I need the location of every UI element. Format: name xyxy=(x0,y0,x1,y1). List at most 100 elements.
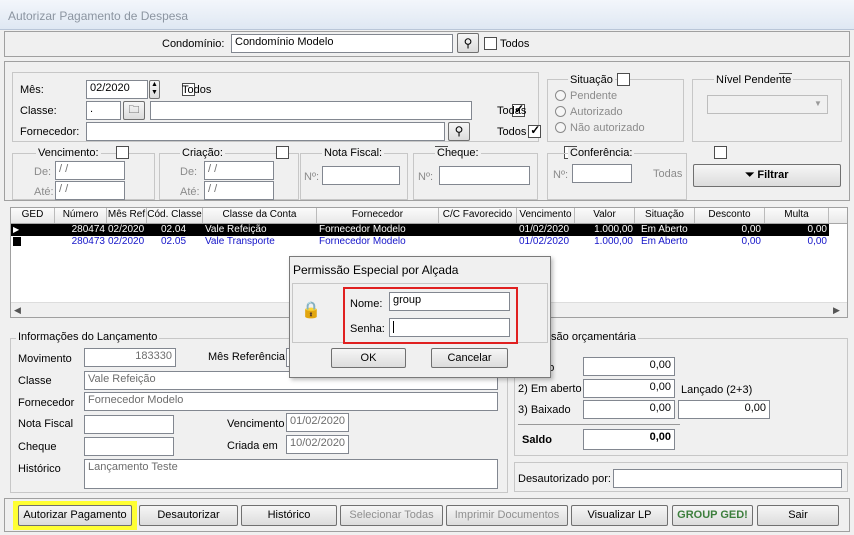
nivel-pendente-select[interactable] xyxy=(707,95,828,114)
nota-fiscal-input[interactable] xyxy=(322,166,400,185)
fornecedor-label: Fornecedor: xyxy=(20,126,80,138)
col-desconto[interactable]: Desconto xyxy=(695,208,765,223)
previsao-row1-input[interactable]: 0,00 xyxy=(583,357,675,376)
cheque-num-label: Nº: xyxy=(418,171,434,183)
senha-input[interactable] xyxy=(389,318,510,337)
col-cod-classe[interactable]: Cód. Classe xyxy=(147,208,203,223)
vencimento-info-input[interactable]: 01/02/2020 xyxy=(286,413,349,432)
visualizar-lp-button[interactable]: Visualizar LP xyxy=(571,505,668,526)
saldo-divider xyxy=(518,424,680,425)
vencimento-de-input[interactable]: / / xyxy=(55,161,125,180)
scroll-right-icon[interactable]: ▶ xyxy=(833,305,840,316)
mes-input[interactable]: 02/2020 xyxy=(86,80,148,99)
cheque-info-label: Cheque xyxy=(18,441,57,453)
nao-autorizado-radio[interactable] xyxy=(555,122,566,133)
permission-dialog: Permissão Especial por Alçada 🔒 Nome: gr… xyxy=(289,256,551,378)
criacao-checkbox[interactable] xyxy=(276,146,290,159)
selecionar-todas-button[interactable]: Selecionar Todas xyxy=(340,505,443,526)
ok-button[interactable]: OK xyxy=(331,348,406,368)
vencimento-de-label: De: xyxy=(34,166,52,178)
vencimento-ate-input[interactable]: / / xyxy=(55,181,125,200)
autorizado-radio[interactable] xyxy=(555,106,566,117)
binoculars-icon[interactable]: ⚲ xyxy=(457,33,479,53)
mes-spinner[interactable]: ▲ ▼ xyxy=(149,80,160,99)
condominio-input[interactable]: Condomínio Modelo xyxy=(231,34,453,53)
saldo-label: Saldo xyxy=(522,434,552,446)
conferencia-todas-label: Todas xyxy=(653,168,683,180)
conferencia-num-label: Nº: xyxy=(553,169,569,181)
mes-referencia-label: Mês Referência xyxy=(208,351,286,363)
col-numero[interactable]: Número xyxy=(55,208,107,223)
table-row[interactable]: 280473 02/2020 02.05 Vale Transporte For… xyxy=(11,236,829,248)
conferencia-title: Conferência: xyxy=(568,147,635,159)
condominio-label: Condomínio: xyxy=(162,38,225,50)
nivel-pendente-title: Nível Pendente xyxy=(714,74,794,86)
col-vencimento[interactable]: Vencimento xyxy=(517,208,575,223)
lock-icon: 🔒 xyxy=(301,302,321,319)
fornecedor-input[interactable] xyxy=(86,122,445,141)
lancado-input[interactable]: 0,00 xyxy=(678,400,770,419)
vencimento-checkbox[interactable] xyxy=(116,146,130,159)
classe-info-label: Classe xyxy=(18,375,52,387)
desautorizado-label: Desautorizado por: xyxy=(518,473,611,485)
criada-em-input[interactable]: 10/02/2020 xyxy=(286,435,349,454)
pendente-radio[interactable] xyxy=(555,90,566,101)
dialog-title: Permissão Especial por Alçada xyxy=(293,263,459,277)
conferencia-checkbox[interactable] xyxy=(713,146,727,159)
saldo-input[interactable]: 0,00 xyxy=(583,429,675,450)
table-row[interactable]: ▶ 280474 02/2020 02.04 Vale Refeição For… xyxy=(11,224,829,236)
movimento-input[interactable]: 183330 xyxy=(84,348,176,367)
imprimir-documentos-button[interactable]: Imprimir Documentos xyxy=(446,505,568,526)
situacao-checkbox[interactable] xyxy=(617,73,631,86)
group-ged-button[interactable]: GROUP GED! xyxy=(672,505,753,526)
fornecedor-search-icon[interactable]: ⚲ xyxy=(448,122,470,141)
scroll-left-icon[interactable]: ◀ xyxy=(14,305,21,316)
col-cc-favorecido[interactable]: C/C Favorecido xyxy=(439,208,517,223)
criacao-de-input[interactable]: / / xyxy=(204,161,274,180)
mes-todos-label: Todos xyxy=(182,84,212,96)
col-valor[interactable]: Valor xyxy=(575,208,635,223)
cheque-input[interactable] xyxy=(439,166,530,185)
folder-icon[interactable]: 🗀 xyxy=(123,101,145,120)
sair-button[interactable]: Sair xyxy=(757,505,839,526)
cancel-button[interactable]: Cancelar xyxy=(431,348,508,368)
historico-button[interactable]: Histórico xyxy=(241,505,337,526)
filtrar-label: Filtrar xyxy=(757,169,789,181)
previsao-row2-input[interactable]: 0,00 xyxy=(583,379,675,398)
classe-label: Classe: xyxy=(20,105,57,117)
fornecedor-todos-checkbox[interactable] xyxy=(528,123,542,138)
window-title: Autorizar Pagamento de Despesa xyxy=(8,9,189,23)
conferencia-input[interactable] xyxy=(572,164,632,183)
classe-code-input[interactable]: . xyxy=(86,101,121,120)
fornecedor-info-input[interactable]: Fornecedor Modelo xyxy=(84,392,498,411)
filtrar-button[interactable]: ⏷ Filtrar xyxy=(693,164,841,187)
nota-fiscal-num-label: Nº: xyxy=(304,171,320,183)
col-ged[interactable]: GED xyxy=(11,208,55,223)
col-classe-conta[interactable]: Classe da Conta xyxy=(203,208,317,223)
vencimento-title: Vencimento: xyxy=(36,147,101,159)
historico-info-input[interactable]: Lançamento Teste xyxy=(84,459,498,489)
criacao-ate-input[interactable]: / / xyxy=(204,181,274,200)
previsao-row3-label: 3) Baixado xyxy=(518,404,571,416)
desautorizado-input[interactable] xyxy=(613,469,842,488)
condominio-todos-checkbox[interactable] xyxy=(484,37,497,50)
row-pointer-icon: ▶ xyxy=(13,225,20,234)
nota-fiscal-info-input[interactable] xyxy=(84,415,174,434)
vencimento-ate-label: Até: xyxy=(34,186,54,198)
col-situacao[interactable]: Situação xyxy=(635,208,695,223)
autorizado-label: Autorizado xyxy=(570,106,623,118)
lancado-label: Lançado (2+3) xyxy=(681,384,753,396)
nome-input[interactable]: group xyxy=(389,292,510,311)
col-multa[interactable]: Multa xyxy=(765,208,829,223)
col-fornecedor[interactable]: Fornecedor xyxy=(317,208,439,223)
classe-desc-input[interactable] xyxy=(150,101,472,120)
col-mes-ref[interactable]: Mês Ref xyxy=(107,208,147,223)
fornecedor-info-label: Fornecedor xyxy=(18,397,75,409)
desautorizar-button[interactable]: Desautorizar xyxy=(139,505,238,526)
previsao-row3-input[interactable]: 0,00 xyxy=(583,400,675,419)
autorizar-pagamento-button[interactable]: Autorizar Pagamento xyxy=(18,505,132,526)
funnel-icon: ⏷ xyxy=(745,169,755,181)
criacao-title: Criação: xyxy=(180,147,225,159)
previsao-group: evisão orçamentária xyxy=(514,331,848,456)
cheque-info-input[interactable] xyxy=(84,437,174,456)
